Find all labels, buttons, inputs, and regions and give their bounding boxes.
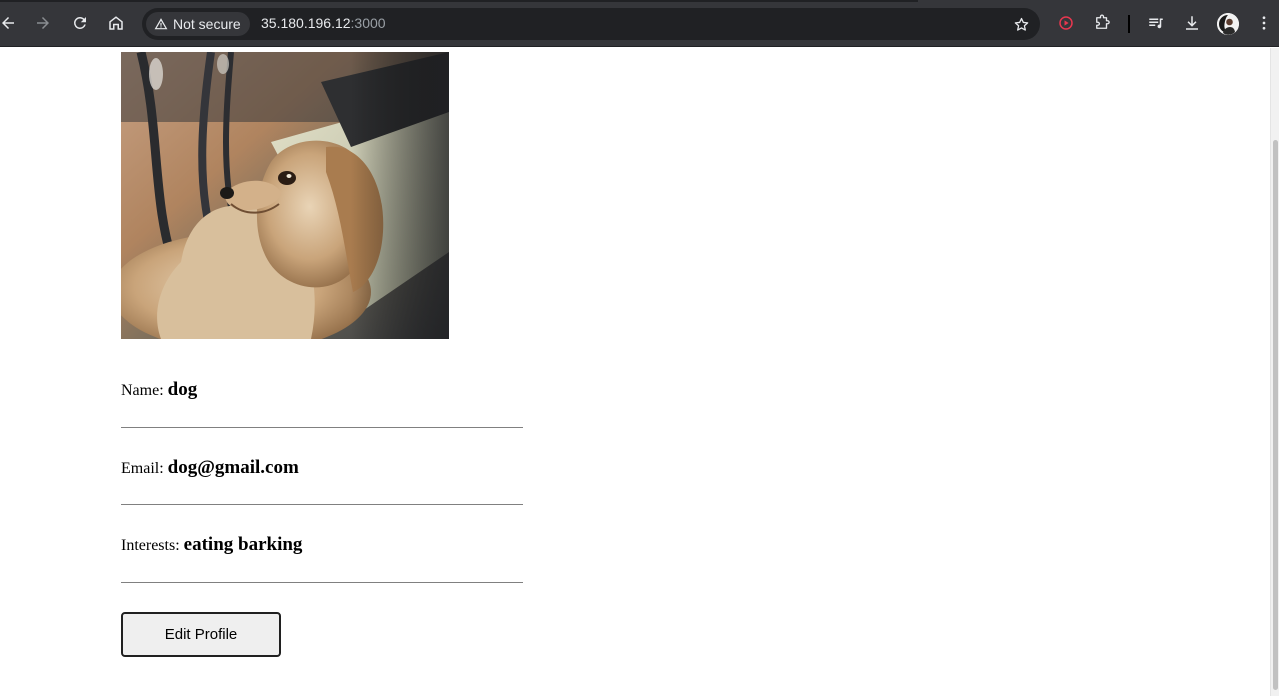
media-queue-icon	[1149, 18, 1163, 29]
forward-icon	[37, 17, 49, 29]
scrollbar-thumb[interactable]	[1273, 140, 1278, 690]
record-extension-button[interactable]	[1051, 8, 1081, 38]
warning-icon	[154, 18, 168, 30]
profile-photo	[121, 52, 449, 339]
url-text[interactable]: 35.180.196.12:3000	[261, 15, 386, 31]
divider	[121, 582, 523, 583]
back-button[interactable]	[0, 8, 23, 38]
page-scrollbar[interactable]	[1270, 48, 1279, 696]
download-icon	[1186, 16, 1198, 30]
url-host: 35.180.196.12	[261, 15, 351, 31]
interests-field: Interests: eating barking	[121, 534, 523, 556]
media-button[interactable]	[1141, 8, 1171, 38]
forward-button[interactable]	[28, 8, 58, 38]
home-icon	[109, 16, 123, 30]
record-icon	[1059, 16, 1073, 30]
reload-button[interactable]	[65, 8, 95, 38]
edit-profile-button[interactable]: Edit Profile	[121, 612, 281, 657]
email-value: dog@gmail.com	[167, 457, 299, 478]
security-label: Not secure	[173, 16, 241, 32]
toolbar-separator	[1128, 15, 1130, 33]
email-label: Email:	[121, 460, 164, 477]
divider	[121, 504, 523, 505]
divider	[121, 427, 523, 428]
menu-icon	[1262, 16, 1266, 30]
browser-toolbar: Not secure 35.180.196.12:3000	[0, 0, 1279, 47]
extensions-button[interactable]	[1087, 8, 1117, 38]
email-field: Email: dog@gmail.com	[121, 457, 523, 479]
interests-label: Interests:	[121, 537, 180, 554]
security-chip[interactable]: Not secure	[146, 12, 250, 36]
name-label: Name:	[121, 382, 164, 399]
name-field: Name: dog	[121, 379, 523, 401]
profile-avatar[interactable]	[1217, 13, 1239, 35]
dog-photo	[121, 52, 449, 339]
bookmark-button[interactable]	[1010, 13, 1032, 35]
downloads-button[interactable]	[1177, 8, 1207, 38]
url-port: :3000	[350, 15, 386, 31]
extensions-icon	[1096, 14, 1110, 29]
page-content: Name: dog Email: dog@gmail.com Interests…	[0, 48, 1270, 696]
name-value: dog	[167, 379, 198, 400]
reload-icon	[73, 16, 86, 29]
home-button[interactable]	[101, 8, 131, 38]
interests-value: eating barking	[183, 534, 303, 555]
tab-strip-edge	[0, 0, 918, 2]
back-icon	[2, 17, 14, 29]
address-bar[interactable]: Not secure 35.180.196.12:3000	[142, 8, 1040, 40]
browser-menu-button[interactable]	[1249, 8, 1279, 38]
bookmark-star-icon	[1014, 17, 1028, 31]
